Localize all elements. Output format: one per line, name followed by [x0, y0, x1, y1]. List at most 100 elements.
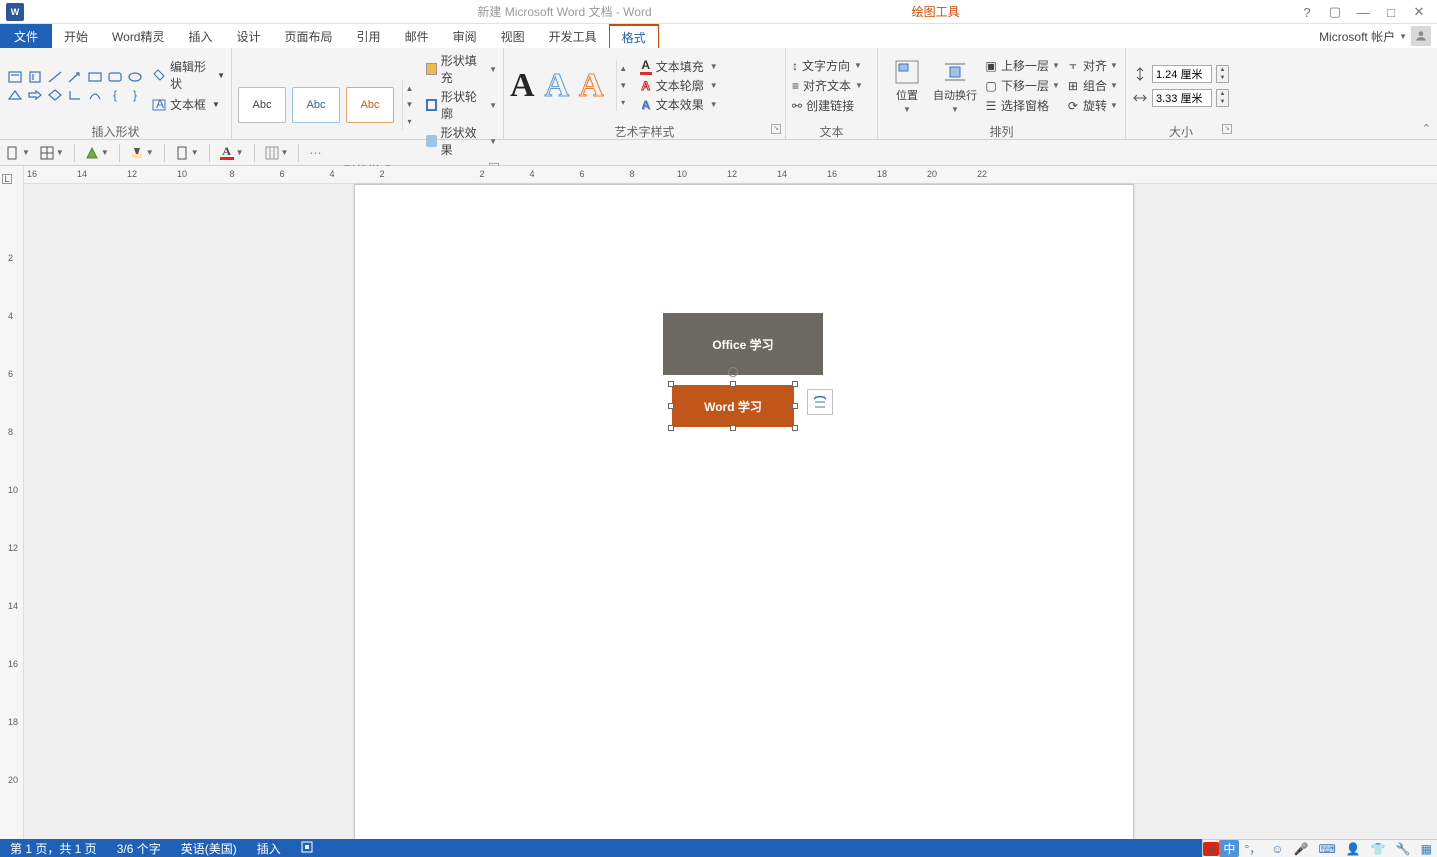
- tab-word-genius[interactable]: Word精灵: [100, 24, 176, 48]
- qat-table-button[interactable]: ▼: [40, 146, 64, 160]
- text-box-button[interactable]: A文本框▼: [152, 96, 225, 113]
- wordart-thumb-3[interactable]: A: [579, 67, 604, 105]
- shape-style-thumb-3[interactable]: Abc: [346, 87, 394, 123]
- shape-word-selected[interactable]: ⟳ Word 学习: [672, 385, 794, 427]
- edit-shape-button[interactable]: 编辑形状▼: [152, 58, 225, 92]
- launcher-size[interactable]: ↘: [1222, 124, 1232, 134]
- send-backward-button[interactable]: ▢下移一层▼: [984, 77, 1060, 94]
- group-button[interactable]: ⊞组合▼: [1066, 77, 1118, 94]
- more-icon[interactable]: ▾: [407, 117, 411, 126]
- ime-language-button[interactable]: 中: [1219, 840, 1239, 857]
- ime-keyboard-icon[interactable]: ⌨: [1313, 842, 1340, 856]
- tab-design[interactable]: 设计: [225, 24, 273, 48]
- ime-emoji-icon[interactable]: ☺: [1266, 842, 1288, 856]
- shape-brace-right-icon[interactable]: }: [126, 87, 144, 103]
- up-arrow-icon[interactable]: ▲: [619, 64, 627, 73]
- height-input[interactable]: [1152, 65, 1212, 83]
- tab-review[interactable]: 审阅: [441, 24, 489, 48]
- position-button[interactable]: 位置▼: [884, 57, 930, 114]
- status-word-count[interactable]: 3/6 个字: [107, 840, 171, 857]
- gallery-scroll-wordart[interactable]: ▲ ▼ ▾: [616, 61, 630, 111]
- shape-brace-left-icon[interactable]: {: [106, 87, 124, 103]
- sogou-logo-icon[interactable]: S: [1203, 842, 1219, 856]
- shape-office[interactable]: Office 学习: [663, 313, 823, 375]
- vertical-ruler[interactable]: L 2468101214161820: [0, 166, 24, 839]
- height-spinner-down[interactable]: ▼: [1217, 74, 1228, 82]
- shapes-gallery[interactable]: { }: [6, 69, 144, 103]
- qat-highlight-button[interactable]: ▼: [130, 146, 154, 160]
- more-icon[interactable]: ▾: [621, 98, 625, 107]
- align-button[interactable]: ⫟对齐▼: [1066, 57, 1118, 74]
- down-arrow-icon[interactable]: ▼: [406, 100, 414, 109]
- status-insert-mode[interactable]: 插入: [247, 840, 291, 857]
- shape-styles-gallery[interactable]: Abc Abc Abc ▲ ▼ ▾: [238, 80, 416, 130]
- qat-new-button[interactable]: ▼: [6, 146, 30, 160]
- create-link-button[interactable]: ⚯创建链接: [792, 97, 863, 114]
- tab-page-layout[interactable]: 页面布局: [273, 24, 345, 48]
- resize-handle-ml[interactable]: [668, 403, 674, 409]
- layout-options-button[interactable]: [807, 389, 833, 415]
- tab-view[interactable]: 视图: [489, 24, 537, 48]
- shape-effects-button[interactable]: 形状效果▼: [426, 124, 497, 158]
- height-spinner-up[interactable]: ▲: [1217, 66, 1228, 74]
- ime-punctuation-icon[interactable]: °，: [1239, 840, 1266, 857]
- rotation-handle[interactable]: ⟳: [728, 367, 738, 377]
- shape-outline-button[interactable]: 形状轮廓▼: [426, 88, 497, 122]
- document-canvas[interactable]: 161412108642246810121416182022 Office 学习…: [24, 166, 1437, 839]
- ime-menu-icon[interactable]: ▦: [1416, 842, 1437, 856]
- account-avatar[interactable]: [1411, 26, 1431, 46]
- shape-rectangle-icon[interactable]: [86, 69, 104, 85]
- resize-handle-tm[interactable]: [730, 381, 736, 387]
- resize-handle-bm[interactable]: [730, 425, 736, 431]
- tab-developer[interactable]: 开发工具: [537, 24, 609, 48]
- shape-style-thumb-1[interactable]: Abc: [238, 87, 286, 123]
- wordart-thumb-2[interactable]: A: [545, 67, 570, 105]
- wordart-thumb-1[interactable]: A: [510, 67, 535, 105]
- account-dropdown-icon[interactable]: ▼: [1399, 32, 1407, 41]
- shape-rounded-rect-icon[interactable]: [106, 69, 124, 85]
- shape-line-icon[interactable]: [46, 69, 64, 85]
- align-text-button[interactable]: ≡对齐文本▼: [792, 77, 863, 94]
- wordart-gallery[interactable]: A A A ▲ ▼ ▾: [510, 61, 630, 111]
- status-page[interactable]: 第 1 页，共 1 页: [0, 840, 107, 857]
- tab-references[interactable]: 引用: [345, 24, 393, 48]
- status-macro-icon[interactable]: [291, 841, 323, 856]
- resize-handle-tr[interactable]: [792, 381, 798, 387]
- shape-textbox-icon[interactable]: [6, 69, 24, 85]
- qat-page-button[interactable]: ▼: [175, 146, 199, 160]
- shape-curve-icon[interactable]: [86, 87, 104, 103]
- resize-handle-mr[interactable]: [792, 403, 798, 409]
- tab-file[interactable]: 文件: [0, 24, 52, 48]
- width-spinner-up[interactable]: ▲: [1217, 90, 1228, 98]
- ime-user-icon[interactable]: 👤: [1341, 842, 1366, 856]
- wrap-text-button[interactable]: 自动换行▼: [932, 57, 978, 114]
- shape-style-thumb-2[interactable]: Abc: [292, 87, 340, 123]
- shape-textbox-v-icon[interactable]: [26, 69, 44, 85]
- ime-tool-icon[interactable]: 🔧: [1391, 842, 1416, 856]
- bring-forward-button[interactable]: ▣上移一层▼: [984, 57, 1060, 74]
- ime-skin-icon[interactable]: 👕: [1366, 842, 1391, 856]
- resize-handle-bl[interactable]: [668, 425, 674, 431]
- minimize-icon[interactable]: —: [1349, 5, 1377, 20]
- down-arrow-icon[interactable]: ▼: [619, 81, 627, 90]
- status-language[interactable]: 英语(美国): [171, 840, 247, 857]
- account-label[interactable]: Microsoft 帐户: [1319, 28, 1395, 45]
- ribbon-display-options-icon[interactable]: ▢: [1321, 4, 1349, 20]
- shape-triangle-icon[interactable]: [6, 87, 24, 103]
- launcher-wordart[interactable]: ↘: [771, 124, 781, 134]
- tab-selector[interactable]: L: [2, 174, 12, 184]
- text-outline-button[interactable]: A文本轮廓▼: [640, 77, 718, 94]
- text-effects-button[interactable]: A文本效果▼: [640, 96, 718, 113]
- up-arrow-icon[interactable]: ▲: [406, 84, 414, 93]
- text-fill-button[interactable]: A文本填充▼: [640, 58, 718, 75]
- shape-diamond-icon[interactable]: [46, 87, 64, 103]
- tab-insert[interactable]: 插入: [177, 24, 225, 48]
- shape-arrow-line-icon[interactable]: [66, 69, 84, 85]
- resize-handle-tl[interactable]: [668, 381, 674, 387]
- close-icon[interactable]: ✕: [1405, 4, 1433, 20]
- width-input[interactable]: [1152, 89, 1212, 107]
- gallery-scroll[interactable]: ▲ ▼ ▾: [402, 80, 416, 130]
- text-direction-button[interactable]: ↕文字方向▼: [792, 57, 863, 74]
- ime-voice-icon[interactable]: 🎤: [1289, 842, 1314, 856]
- selection-pane-button[interactable]: ☰选择窗格: [984, 97, 1060, 114]
